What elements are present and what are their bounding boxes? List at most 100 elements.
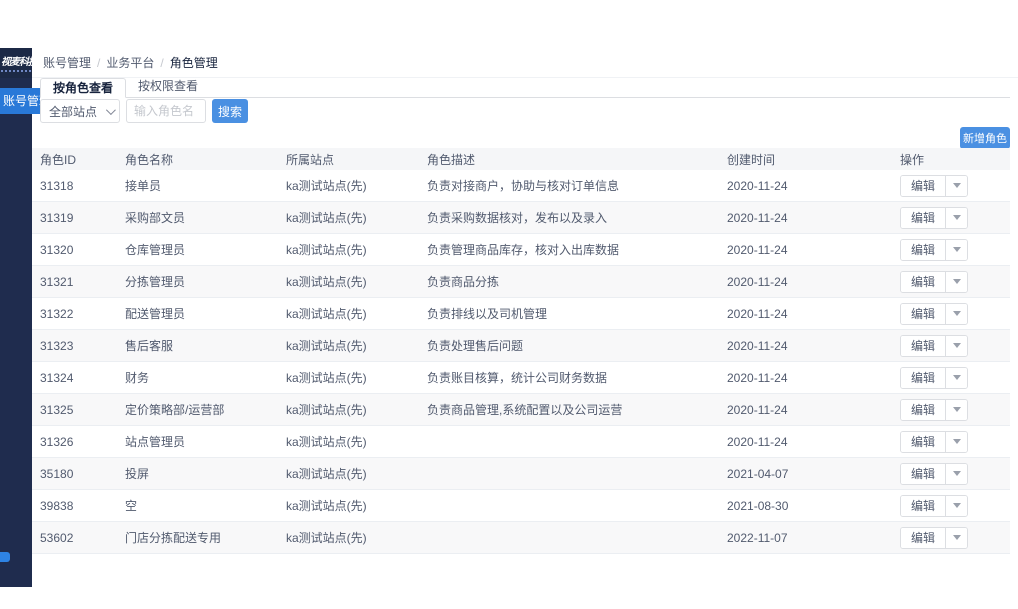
chevron-down-icon xyxy=(953,279,961,284)
cell-role-name: 接单员 xyxy=(117,177,278,194)
cell-actions: 编辑 xyxy=(892,527,1010,549)
cell-site: ka测试站点(先) xyxy=(278,337,419,354)
role-name-input[interactable] xyxy=(126,99,206,123)
cell-role-id: 31321 xyxy=(32,275,117,289)
edit-button[interactable]: 编辑 xyxy=(901,432,946,452)
table-row: 31325 定价策略部/运营部 ka测试站点(先) 负责商品管理,系统配置以及公… xyxy=(32,394,1010,426)
edit-button[interactable]: 编辑 xyxy=(901,272,946,292)
breadcrumb-separator: / xyxy=(97,56,100,70)
logo-text: 视麦科技 xyxy=(1,53,32,68)
chevron-down-icon xyxy=(953,183,961,188)
tab-bar: 按角色查看 按权限查看 xyxy=(32,78,1010,98)
edit-button[interactable]: 编辑 xyxy=(901,464,946,484)
search-button[interactable]: 搜索 xyxy=(212,99,248,123)
breadcrumb-item-account[interactable]: 账号管理 xyxy=(43,54,91,71)
edit-button[interactable]: 编辑 xyxy=(901,336,946,356)
edit-button[interactable]: 编辑 xyxy=(901,496,946,516)
edit-dropdown-button[interactable] xyxy=(946,304,967,324)
cell-role-name: 财务 xyxy=(117,369,278,386)
edit-dropdown-button[interactable] xyxy=(946,208,967,228)
cell-created: 2020-11-24 xyxy=(719,339,892,353)
edit-dropdown-button[interactable] xyxy=(946,464,967,484)
cell-site: ka测试站点(先) xyxy=(278,401,419,418)
chevron-down-icon xyxy=(953,311,961,316)
edit-dropdown-button[interactable] xyxy=(946,496,967,516)
cell-role-id: 31320 xyxy=(32,243,117,257)
chevron-down-icon xyxy=(953,535,961,540)
add-role-button[interactable]: 新增角色 xyxy=(960,127,1010,149)
edit-button[interactable]: 编辑 xyxy=(901,528,946,548)
column-header-role-name: 角色名称 xyxy=(117,151,278,168)
site-select[interactable]: 全部站点 xyxy=(40,99,120,123)
edit-split-button: 编辑 xyxy=(900,463,968,485)
cell-site: ka测试站点(先) xyxy=(278,305,419,322)
edit-split-button: 编辑 xyxy=(900,367,968,389)
edit-split-button: 编辑 xyxy=(900,399,968,421)
edit-button[interactable]: 编辑 xyxy=(901,240,946,260)
edit-split-button: 编辑 xyxy=(900,335,968,357)
breadcrumb-item-roles: 角色管理 xyxy=(170,54,218,71)
chevron-down-icon xyxy=(953,407,961,412)
cell-site: ka测试站点(先) xyxy=(278,369,419,386)
logo-tagline xyxy=(1,70,31,72)
edit-split-button: 编辑 xyxy=(900,239,968,261)
edit-button[interactable]: 编辑 xyxy=(901,304,946,324)
tab-view-by-role[interactable]: 按角色查看 xyxy=(40,78,126,98)
cell-role-name: 分拣管理员 xyxy=(117,273,278,290)
table-header-row: 角色ID 角色名称 所属站点 角色描述 创建时间 操作 xyxy=(32,148,1010,170)
cell-site: ka测试站点(先) xyxy=(278,177,419,194)
breadcrumb-item-platform[interactable]: 业务平台 xyxy=(106,54,154,71)
cell-desc: 负责管理商品库存，核对入出库数据 xyxy=(419,241,719,258)
edit-split-button: 编辑 xyxy=(900,527,968,549)
table-body: 31318 接单员 ka测试站点(先) 负责对接商户，协助与核对订单信息 202… xyxy=(32,170,1010,554)
chevron-down-icon xyxy=(953,503,961,508)
chevron-down-icon xyxy=(953,439,961,444)
cell-created: 2020-11-24 xyxy=(719,435,892,449)
edit-dropdown-button[interactable] xyxy=(946,368,967,388)
cell-site: ka测试站点(先) xyxy=(278,465,419,482)
cell-actions: 编辑 xyxy=(892,335,1010,357)
table-row: 31326 站点管理员 ka测试站点(先) 2020-11-24 编辑 xyxy=(32,426,1010,458)
cell-actions: 编辑 xyxy=(892,271,1010,293)
cell-role-id: 31318 xyxy=(32,179,117,193)
column-header-role-id: 角色ID xyxy=(32,151,117,168)
cell-role-id: 31326 xyxy=(32,435,117,449)
cell-created: 2022-11-07 xyxy=(719,531,892,545)
edit-dropdown-button[interactable] xyxy=(946,336,967,356)
edit-dropdown-button[interactable] xyxy=(946,528,967,548)
edit-button[interactable]: 编辑 xyxy=(901,208,946,228)
cell-role-id: 39838 xyxy=(32,499,117,513)
logo: 视麦科技 xyxy=(0,48,32,78)
table-row: 31318 接单员 ka测试站点(先) 负责对接商户，协助与核对订单信息 202… xyxy=(32,170,1010,202)
cell-role-name: 定价策略部/运营部 xyxy=(117,401,278,418)
edit-button[interactable]: 编辑 xyxy=(901,176,946,196)
cell-desc: 负责排线以及司机管理 xyxy=(419,305,719,322)
cell-actions: 编辑 xyxy=(892,399,1010,421)
cell-desc: 负责账目核算，统计公司财务数据 xyxy=(419,369,719,386)
tab-view-by-permission[interactable]: 按权限查看 xyxy=(126,77,210,97)
cell-desc: 负责处理售后问题 xyxy=(419,337,719,354)
roles-table: 角色ID 角色名称 所属站点 角色描述 创建时间 操作 31318 接单员 ka… xyxy=(32,148,1010,554)
cell-created: 2021-04-07 xyxy=(719,467,892,481)
edit-button[interactable]: 编辑 xyxy=(901,400,946,420)
edit-split-button: 编辑 xyxy=(900,175,968,197)
cell-actions: 编辑 xyxy=(892,463,1010,485)
cell-actions: 编辑 xyxy=(892,239,1010,261)
edit-dropdown-button[interactable] xyxy=(946,240,967,260)
column-header-desc: 角色描述 xyxy=(419,151,719,168)
edit-dropdown-button[interactable] xyxy=(946,176,967,196)
edit-dropdown-button[interactable] xyxy=(946,432,967,452)
sidebar-item-account-management[interactable]: 账号管理 xyxy=(0,88,40,114)
cell-role-name: 仓库管理员 xyxy=(117,241,278,258)
edit-dropdown-button[interactable] xyxy=(946,400,967,420)
cell-desc: 负责商品分拣 xyxy=(419,273,719,290)
cell-role-name: 售后客服 xyxy=(117,337,278,354)
table-row: 31321 分拣管理员 ka测试站点(先) 负责商品分拣 2020-11-24 … xyxy=(32,266,1010,298)
cell-desc: 负责商品管理,系统配置以及公司运营 xyxy=(419,401,719,418)
chevron-down-icon xyxy=(953,471,961,476)
cell-actions: 编辑 xyxy=(892,495,1010,517)
sidebar-bottom-tag xyxy=(0,552,10,562)
edit-button[interactable]: 编辑 xyxy=(901,368,946,388)
edit-dropdown-button[interactable] xyxy=(946,272,967,292)
cell-created: 2020-11-24 xyxy=(719,307,892,321)
